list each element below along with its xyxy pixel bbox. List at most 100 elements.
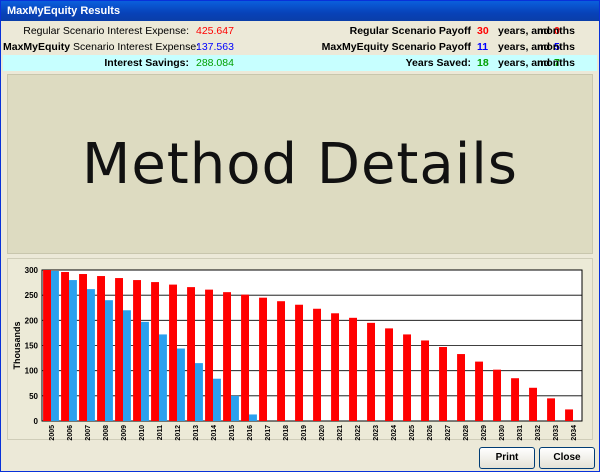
bar	[231, 395, 239, 421]
x-tick-label: 2012	[175, 425, 182, 441]
y-axis-label: Thousands	[12, 321, 22, 369]
y-tick-label: 150	[25, 342, 39, 351]
bar	[529, 387, 537, 421]
x-tick-label: 2023	[373, 425, 380, 441]
bar	[511, 378, 519, 421]
x-tick-label: 2006	[67, 425, 74, 441]
bar	[97, 276, 105, 421]
x-tick-label: 2032	[535, 425, 542, 441]
bar	[331, 313, 339, 421]
bar	[213, 378, 221, 421]
bar	[259, 297, 267, 421]
bar	[43, 270, 51, 421]
x-tick-label: 2008	[103, 425, 110, 441]
x-tick-label: 2033	[553, 425, 560, 441]
bar	[105, 300, 113, 421]
x-tick-label: 2015	[229, 425, 236, 441]
mme-payoff-years: 11	[477, 41, 489, 53]
y-tick-label: 200	[25, 316, 39, 325]
bar	[223, 292, 231, 421]
bar	[565, 409, 573, 421]
stats-row-1: Regular Scenario Interest Expense: 425.6…	[3, 23, 597, 39]
method-details-banner: Method Details	[7, 74, 593, 254]
x-tick-label: 2028	[463, 425, 470, 441]
y-tick-label: 0	[34, 417, 39, 426]
months-text: months	[537, 41, 575, 53]
x-tick-label: 2010	[139, 425, 146, 441]
close-button[interactable]: Close	[539, 447, 595, 469]
y-tick-label: 250	[25, 291, 39, 300]
x-tick-label: 2009	[121, 425, 128, 441]
regular-payoff-years: 30	[477, 25, 489, 37]
bar	[133, 280, 141, 421]
months-text: months	[537, 57, 575, 69]
bar	[475, 361, 483, 421]
y-tick-label: 50	[29, 392, 38, 401]
bar	[421, 340, 429, 421]
bar	[403, 334, 411, 421]
x-tick-label: 2020	[319, 425, 326, 441]
x-tick-label: 2005	[49, 425, 56, 441]
bar	[69, 280, 77, 421]
x-tick-label: 2007	[85, 425, 92, 441]
window-title[interactable]: MaxMyEquity Results	[1, 1, 599, 21]
bar	[493, 369, 501, 421]
bar	[277, 301, 285, 421]
mme-interest-value: 137.563	[196, 41, 234, 53]
months-text: months	[537, 25, 575, 37]
x-tick-label: 2013	[193, 425, 200, 441]
stats-row-3: Interest Savings: 288.084 Years Saved: 1…	[3, 55, 597, 71]
print-button[interactable]: Print	[479, 447, 535, 469]
bar	[151, 282, 159, 421]
bar	[79, 274, 87, 421]
x-tick-label: 2022	[355, 425, 362, 441]
stats-panel: Regular Scenario Interest Expense: 425.6…	[3, 23, 597, 71]
x-tick-label: 2016	[247, 425, 254, 441]
bar	[249, 414, 257, 421]
regular-interest-label: Regular Scenario Interest Expense:	[23, 25, 189, 37]
bar	[159, 334, 167, 421]
x-tick-label: 2024	[391, 425, 398, 441]
bar	[141, 321, 149, 421]
x-tick-label: 2018	[283, 425, 290, 441]
savings-label: Interest Savings:	[104, 57, 189, 69]
bar	[187, 287, 195, 421]
bar	[349, 317, 357, 421]
bar	[457, 354, 465, 421]
y-tick-label: 100	[25, 367, 39, 376]
bar	[51, 271, 59, 421]
regular-payoff-label: Regular Scenario Payoff	[349, 25, 471, 37]
bar	[87, 289, 95, 421]
x-tick-label: 2019	[301, 425, 308, 441]
results-window: MaxMyEquity Results Regular Scenario Int…	[0, 0, 600, 472]
bar	[547, 398, 555, 421]
chart-svg: 0 50 100 150 200 250 300 Thousands 2005 2006 2007 2…	[12, 266, 583, 441]
mme-interest-label: MaxMyEquity Scenario Interest Expense:	[3, 41, 200, 53]
x-tick-label: 2025	[409, 425, 416, 441]
years-saved-years: 18	[477, 57, 489, 69]
savings-value: 288.084	[196, 57, 234, 69]
bar	[205, 289, 213, 421]
bar	[385, 328, 393, 421]
x-tick-label: 2017	[265, 425, 272, 441]
x-tick-label: 2014	[211, 425, 218, 441]
bar	[367, 322, 375, 421]
bar	[295, 304, 303, 421]
years-saved-label: Years Saved:	[405, 57, 471, 69]
bar	[241, 294, 249, 421]
x-tick-label: 2027	[445, 425, 452, 441]
x-tick-label: 2030	[499, 425, 506, 441]
x-tick-label: 2011	[157, 425, 164, 440]
banner-text: Method Details	[82, 131, 518, 197]
x-tick-label: 2031	[517, 425, 524, 441]
x-tick-label: 2029	[481, 425, 488, 441]
bar	[115, 278, 123, 421]
y-tick-label: 300	[25, 266, 39, 275]
bar	[195, 363, 203, 421]
bar	[61, 272, 69, 421]
stats-row-2: MaxMyEquity Scenario Interest Expense: 1…	[3, 39, 597, 55]
x-tick-label: 2021	[337, 425, 344, 441]
payoff-chart: 0 50 100 150 200 250 300 Thousands 2005 2006 2007 2…	[7, 258, 593, 441]
x-tick-label: 2034	[571, 425, 578, 441]
bar	[169, 284, 177, 421]
